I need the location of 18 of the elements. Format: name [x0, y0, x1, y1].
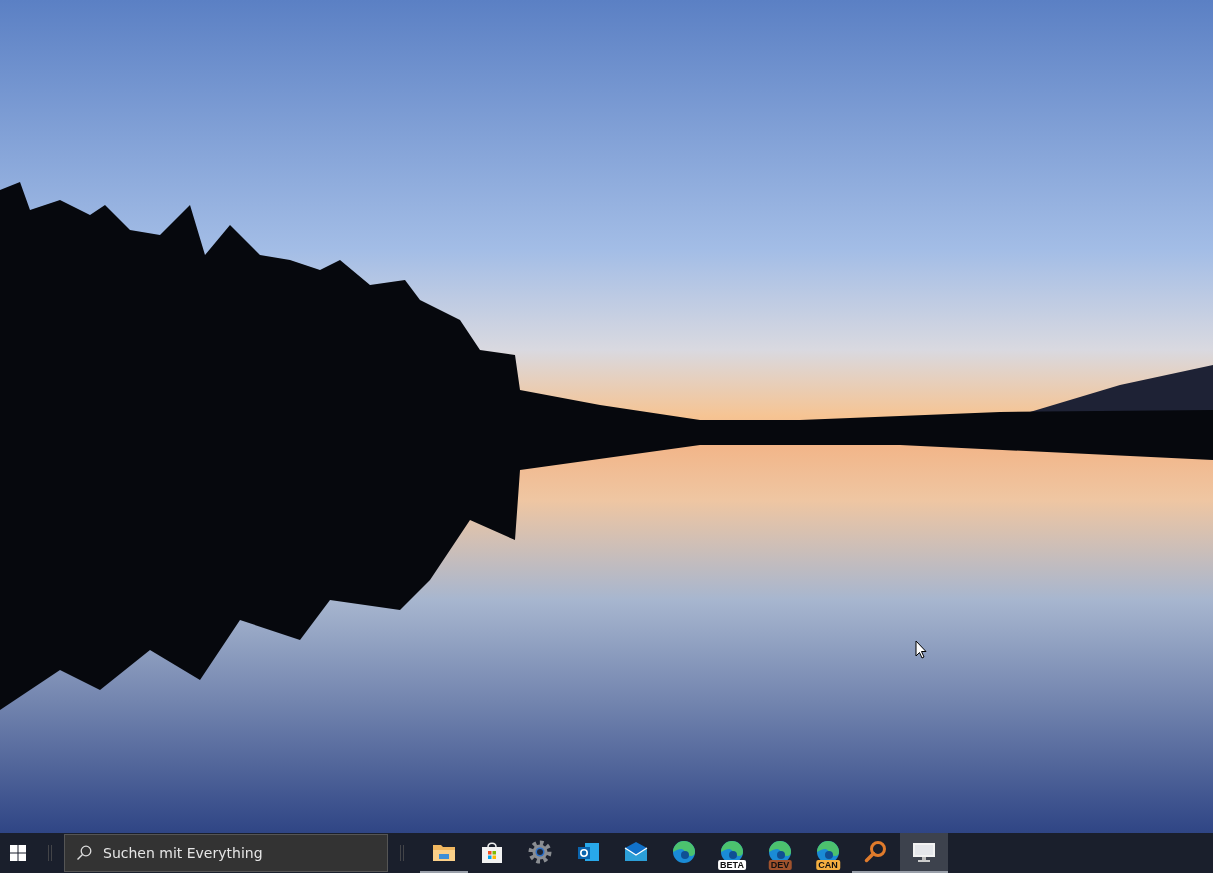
badge-label: BETA	[718, 860, 746, 870]
badge-label: CAN	[816, 860, 840, 870]
taskbar-app-button[interactable]	[900, 833, 948, 873]
shopping-bag-icon	[480, 840, 504, 864]
mail-app-icon	[576, 840, 600, 864]
taskbar-app-button[interactable]: CAN	[804, 833, 852, 873]
taskbar-app-button[interactable]: BETA	[708, 833, 756, 873]
monitor-icon	[912, 841, 936, 863]
mouse-cursor-icon	[915, 640, 927, 659]
folder-icon	[432, 842, 456, 862]
envelope-icon	[624, 842, 648, 862]
windows-logo-icon	[10, 845, 26, 861]
settings-icon	[528, 840, 552, 864]
search-field[interactable]: Suchen mit Everything	[64, 834, 388, 872]
badge-label: DEV	[768, 860, 792, 870]
search-icon	[864, 840, 888, 864]
browser-icon	[672, 840, 696, 864]
search-icon	[76, 845, 92, 861]
